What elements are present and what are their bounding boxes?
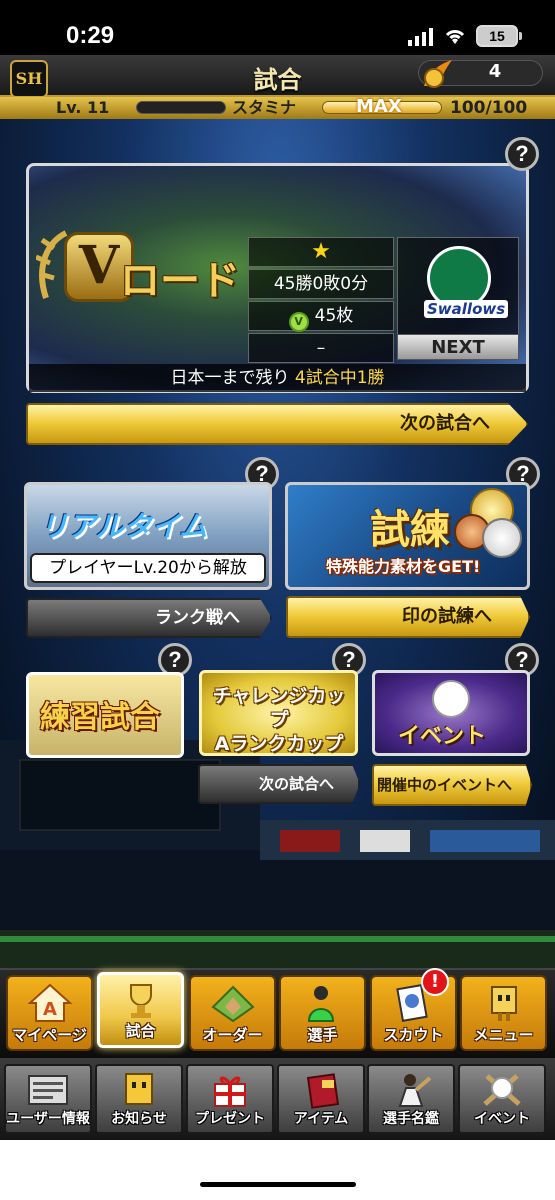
home-icon: A (26, 983, 73, 1022)
next-opponent-label[interactable]: NEXT (397, 334, 519, 360)
event-icon (483, 1074, 521, 1106)
wifi-icon (445, 30, 465, 44)
event-title: イベント (398, 724, 487, 749)
remaining-accent: 4試合中1勝 (294, 368, 385, 388)
nav-match[interactable]: 試合 (97, 972, 184, 1048)
coin-icon (424, 60, 452, 88)
item-icon (306, 1073, 340, 1109)
vroad-title: ロード (120, 258, 240, 304)
challenge-title-line1: チャレンジカップ (212, 685, 346, 731)
battery-nub (519, 32, 522, 40)
nav-label-present: プレゼント (195, 1111, 265, 1127)
coin-count: 4 (488, 61, 502, 82)
stamina-value: 100/100 (450, 98, 528, 118)
trophy-icon (129, 984, 152, 1018)
gift-icon (214, 1076, 246, 1107)
svg-text:A: A (43, 999, 57, 1020)
opponent-name: Swallows (424, 300, 509, 318)
nav-mypage[interactable]: A マイページ (6, 975, 93, 1051)
stamina-max-label: MAX (356, 96, 402, 117)
home-indicator[interactable] (200, 1182, 356, 1187)
remaining-games-text: 日本一まで残り 4試合中1勝 (29, 364, 526, 392)
stamina-label: スタミナ (232, 98, 297, 117)
player-book-icon (398, 1074, 432, 1107)
field-icon (210, 985, 255, 1023)
stamina-gauge-left (136, 101, 226, 114)
status-time: 0:29 (66, 22, 115, 49)
notice-icon (125, 1073, 153, 1105)
challenge-title: チャレンジカップ Aランクカップ (205, 684, 353, 756)
player-icon (307, 986, 334, 1022)
nav-user-info[interactable]: ユーザー情報 (4, 1064, 92, 1134)
remaining-prefix: 日本一まで残り (170, 368, 295, 388)
nav-label-event: イベント (474, 1111, 530, 1127)
event-button[interactable]: 開催中のイベントへ (372, 764, 532, 806)
challenge-title-line2: Aランクカップ (214, 733, 344, 755)
trial-button[interactable]: 印の試練へ (286, 596, 530, 638)
nav-label-players: 選手 (307, 1026, 338, 1044)
baseball-icon (432, 680, 470, 718)
vroad-extra: – (248, 333, 394, 363)
nav-label-user-info: ユーザー情報 (6, 1111, 90, 1127)
vroad-record: 45勝0敗0分 (248, 269, 394, 299)
nav-label-item: アイテム (293, 1111, 349, 1127)
player-level: Lv. 11 (56, 98, 110, 117)
realtime-title: リアルタイム (40, 510, 208, 543)
nav-label-mypage: マイページ (12, 1026, 87, 1044)
rank-match-button[interactable]: ランク戦へ (26, 598, 272, 638)
signal-icon (408, 28, 433, 46)
medal-icon: V (288, 312, 309, 332)
nav-item[interactable]: アイテム (277, 1064, 365, 1134)
nav-notice[interactable]: お知らせ (95, 1064, 183, 1134)
nav-label-order: オーダー (202, 1026, 263, 1044)
trial-title: 試練 (370, 506, 450, 553)
user-info-icon (28, 1075, 68, 1105)
next-match-button[interactable]: 次の試合へ (26, 403, 528, 445)
nav-event[interactable]: イベント (458, 1064, 546, 1134)
nav-label-menu: メニュー (473, 1026, 534, 1044)
silver-medal-icon (482, 518, 522, 558)
nav-player-book[interactable]: 選手名鑑 (367, 1064, 455, 1134)
medal-count: 45枚 (314, 306, 354, 326)
nav-order[interactable]: オーダー (189, 975, 276, 1051)
nav-present[interactable]: プレゼント (186, 1064, 274, 1134)
nav-menu[interactable]: メニュー (460, 975, 547, 1051)
nav-label-match: 試合 (125, 1022, 156, 1040)
home-indicator-area (0, 1140, 555, 1200)
vroad-help-button[interactable]: ? (505, 137, 539, 171)
menu-icon (490, 986, 517, 1021)
practice-title: 練習試合 (40, 700, 160, 735)
nav-label-player-book: 選手名鑑 (383, 1111, 439, 1127)
challenge-next-button[interactable]: 次の試合へ (198, 764, 360, 804)
nav-label-notice: お知らせ (111, 1111, 167, 1127)
trial-subtitle: 特殊能力素材をGET! (326, 557, 481, 576)
vroad-star: ★ (248, 237, 394, 267)
nav-label-scout: スカウト (383, 1026, 444, 1044)
scout-notification-badge: ! (421, 968, 449, 996)
nav-players[interactable]: 選手 (279, 975, 366, 1051)
vroad-medals: V 45枚 (248, 301, 394, 332)
battery-level: 15 (489, 28, 505, 44)
realtime-lock-message: プレイヤーLv.20から解放 (30, 553, 266, 583)
battery-icon: 15 (476, 25, 518, 47)
